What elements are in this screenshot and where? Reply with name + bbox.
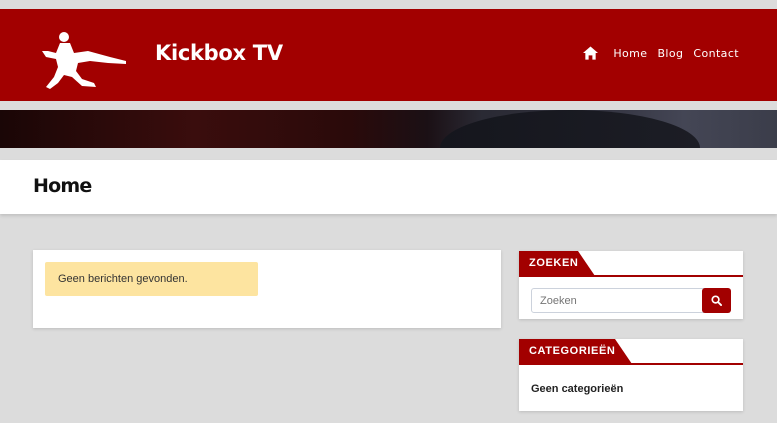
search-widget: ZOEKEN xyxy=(519,251,743,319)
categories-widget: CATEGORIEËN Geen categorieën xyxy=(519,339,743,411)
site-header: Kickbox TV Home Blog Contact xyxy=(0,9,777,101)
header-banner-image xyxy=(0,110,777,148)
nav-home-link[interactable]: Home xyxy=(613,47,647,60)
search-input[interactable] xyxy=(531,288,705,313)
search-widget-header: ZOEKEN xyxy=(519,251,743,277)
no-categories-text: Geen categorieën xyxy=(531,383,624,395)
top-strip xyxy=(0,0,777,9)
home-icon[interactable] xyxy=(583,46,599,60)
kickboxer-logo-icon[interactable] xyxy=(40,31,128,93)
site-title[interactable]: Kickbox TV xyxy=(155,41,283,65)
nav-contact-link[interactable]: Contact xyxy=(693,47,739,60)
nav-blog-link[interactable]: Blog xyxy=(657,47,683,60)
search-widget-title: ZOEKEN xyxy=(519,251,597,276)
page-title-bar: Home xyxy=(0,160,777,214)
no-posts-notice: Geen berichten gevonden. xyxy=(45,262,258,296)
main-navigation: Home Blog Contact xyxy=(583,46,739,60)
page-title: Home xyxy=(33,175,92,197)
categories-widget-title: CATEGORIEËN xyxy=(519,339,634,364)
categories-widget-header: CATEGORIEËN xyxy=(519,339,743,365)
banner-arc xyxy=(440,110,700,148)
search-icon xyxy=(711,295,722,306)
search-button[interactable] xyxy=(702,288,731,313)
content-area: Geen berichten gevonden. xyxy=(33,250,501,328)
